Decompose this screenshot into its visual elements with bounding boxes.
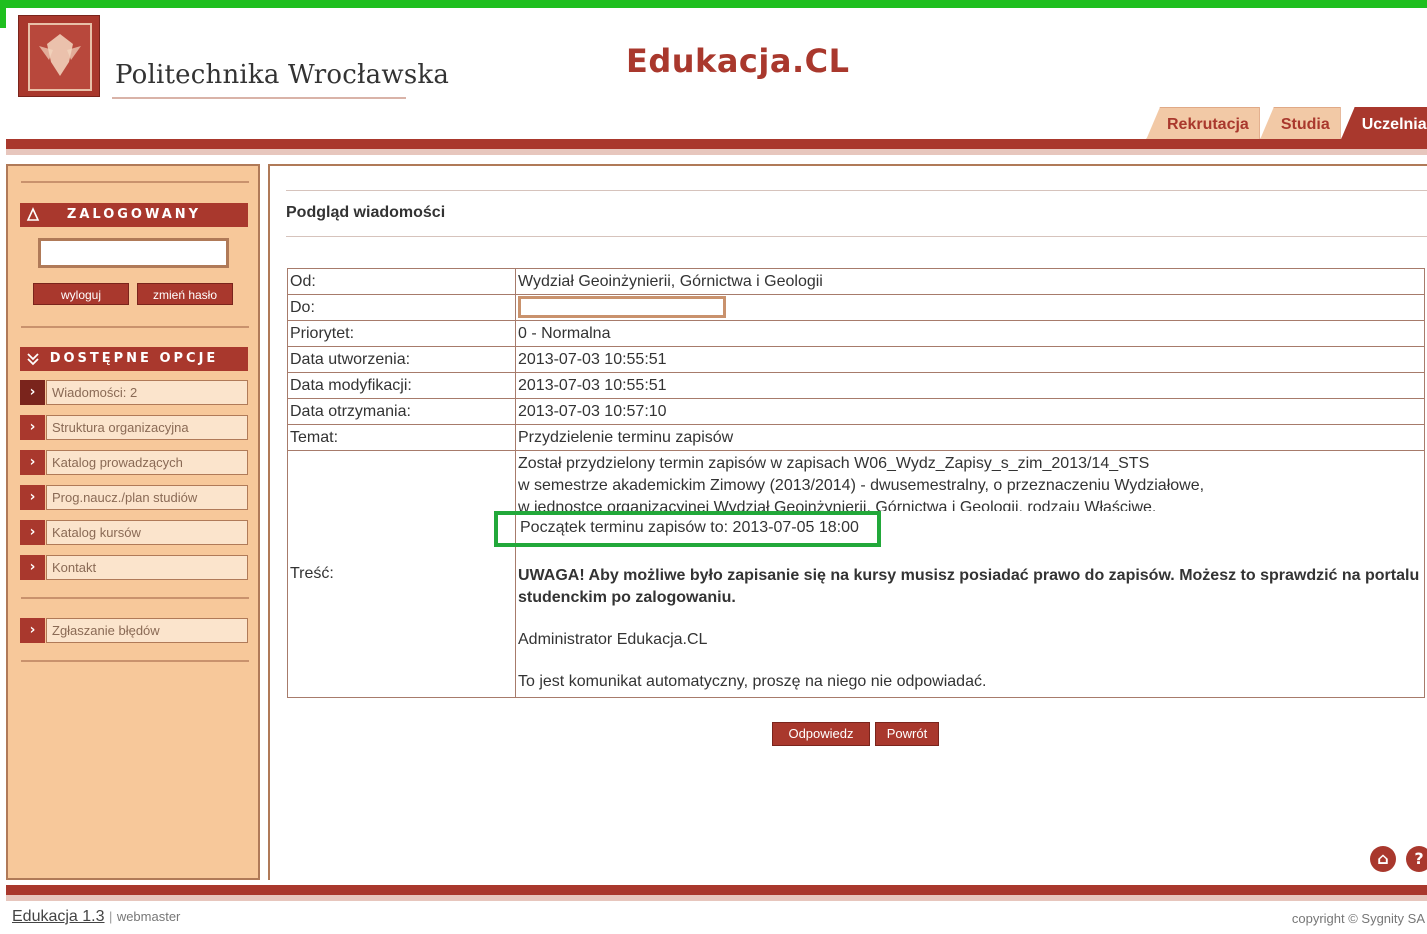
user-icon [26, 207, 40, 221]
eagle-emblem-icon [28, 23, 92, 91]
created-date-value: 2013-07-03 10:55:51 [515, 346, 1425, 373]
chevron-right-icon: › [20, 450, 45, 475]
tab-studia[interactable]: Studia [1259, 107, 1341, 140]
logout-button[interactable]: wyloguj [33, 283, 129, 305]
change-password-button[interactable]: zmień hasło [137, 283, 233, 305]
chevron-right-icon: › [20, 415, 45, 440]
field-label: Do: [287, 294, 516, 321]
page-root: Politechnika Wrocławska Edukacja.CL Rekr… [0, 0, 1427, 934]
table-row: Data modyfikacji: 2013-07-03 10:55:51 [287, 372, 1425, 399]
table-row: Priorytet: 0 - Normalna [287, 320, 1425, 347]
top-tabs: Rekrutacja Studia Uczelnia [1146, 107, 1427, 140]
body-line: Został przydzielony termin zapisów w zap… [518, 455, 1150, 472]
tab-uczelnia[interactable]: Uczelnia [1340, 107, 1427, 140]
priority-value: 0 - Normalna [515, 320, 1425, 347]
top-green-bar [0, 0, 1427, 8]
field-label: Data utworzenia: [287, 346, 516, 373]
menu-item-report-errors[interactable]: › Zgłaszanie błędów [20, 618, 248, 643]
university-name: Politechnika Wrocławska [115, 60, 450, 90]
recipient-cell [515, 294, 1425, 321]
recipient-value [518, 296, 726, 319]
sidebar-divider [21, 181, 249, 183]
field-label: Temat: [287, 424, 516, 451]
menu-item-label: Katalog prowadzących [46, 450, 248, 475]
chevron-right-icon: › [20, 520, 45, 545]
menu-item-label: Kontakt [46, 555, 248, 580]
sidebar-divider [21, 660, 249, 662]
chevron-right-icon: › [20, 380, 45, 405]
received-date-value: 2013-07-03 10:57:10 [515, 398, 1425, 425]
version-link[interactable]: Edukacja 1.3 [12, 908, 105, 925]
sidebar-divider [21, 326, 249, 328]
table-row: Do: [287, 294, 1425, 321]
chevron-right-icon: › [20, 485, 45, 510]
help-icon[interactable]: ? [1406, 846, 1427, 872]
table-row: Od: Wydział Geoinżynierii, Górnictwa i G… [287, 268, 1425, 295]
field-label: Priorytet: [287, 320, 516, 347]
menu-item-label: Zgłaszanie błędów [46, 618, 248, 643]
logged-in-header: ZALOGOWANY [20, 203, 248, 227]
university-logo[interactable] [18, 15, 100, 97]
menu-item-messages[interactable]: › Wiadomości: 2 [20, 380, 248, 405]
home-icon[interactable]: ⌂ [1370, 846, 1396, 872]
highlighted-start-time: Początek terminu zapisów to: 2013-07-05 … [494, 511, 881, 547]
chevron-right-icon: › [20, 555, 45, 580]
available-options-header: DOSTĘPNE OPCJE [20, 347, 248, 371]
field-label: Data otrzymania: [287, 398, 516, 425]
back-button[interactable]: Powrót [875, 722, 939, 746]
sidebar: ZALOGOWANY wyloguj zmień hasło DOSTĘPNE … [6, 164, 260, 880]
footer-separator: | [108, 909, 113, 924]
subject-value: Przydzielenie terminu zapisów [515, 424, 1425, 451]
footer-left: Edukacja 1.3 | webmaster [12, 908, 180, 926]
chevrons-down-icon [27, 353, 39, 366]
body-line: w jednostce organizacyjnej Wydział Geoin… [518, 499, 1157, 511]
tab-rekrutacja[interactable]: Rekrutacja [1146, 107, 1260, 140]
university-name-underline [112, 97, 406, 99]
automatic-notice: To jest komunikat automatyczny, proszę n… [518, 673, 987, 690]
menu-item-courses[interactable]: › Katalog kursów [20, 520, 248, 545]
table-row: Data otrzymania: 2013-07-03 10:57:10 [287, 398, 1425, 425]
copyright: copyright © Sygnity SA [1291, 911, 1425, 926]
menu-item-label: Wiadomości: 2 [46, 380, 248, 405]
body-line: w semestrze akademickim Zimowy (2013/201… [518, 477, 1205, 494]
menu-item-label: Struktura organizacyjna [46, 415, 248, 440]
reply-button[interactable]: Odpowiedz [772, 722, 870, 746]
field-label: Data modyfikacji: [287, 372, 516, 399]
field-label: Treść: [287, 450, 516, 698]
logged-in-header-label: ZALOGOWANY [66, 207, 202, 222]
table-row: Treść: Został przydzielony termin zapisó… [287, 450, 1425, 698]
header-divider [6, 139, 1427, 149]
page-title: Podgląd wiadomości [286, 204, 446, 221]
sender-value: Wydział Geoinżynierii, Górnictwa i Geolo… [515, 268, 1425, 295]
menu-item-study-plan[interactable]: › Prog.naucz./plan studiów [20, 485, 248, 510]
table-row: Temat: Przydzielenie terminu zapisów [287, 424, 1425, 451]
footer-divider-shadow [6, 895, 1427, 901]
warning-note: UWAGA! Aby możliwe było zapisanie się na… [518, 567, 1420, 606]
webmaster-link[interactable]: webmaster [117, 909, 181, 924]
available-options-label: DOSTĘPNE OPCJE [49, 351, 219, 366]
signature: Administrator Edukacja.CL [518, 631, 708, 648]
menu-item-label: Prog.naucz./plan studiów [46, 485, 248, 510]
field-label: Od: [287, 268, 516, 295]
table-row: Data utworzenia: 2013-07-03 10:55:51 [287, 346, 1425, 373]
message-body: Został przydzielony termin zapisów w zap… [494, 450, 1425, 698]
content-divider [286, 236, 1427, 237]
menu-item-lecturers[interactable]: › Katalog prowadzących [20, 450, 248, 475]
footer-divider [6, 885, 1427, 895]
login-name-field [38, 238, 229, 268]
main-content: Podgląd wiadomości Od: Wydział Geoinżyni… [268, 164, 1427, 880]
sidebar-divider [21, 597, 249, 599]
menu-item-label: Katalog kursów [46, 520, 248, 545]
top-green-edge [0, 0, 6, 28]
modified-date-value: 2013-07-03 10:55:51 [515, 372, 1425, 399]
app-title: Edukacja.CL [626, 42, 850, 80]
message-details-table: Od: Wydział Geoinżynierii, Górnictwa i G… [287, 268, 1425, 698]
content-divider [286, 190, 1427, 191]
header-divider-shadow [6, 149, 1427, 155]
chevron-right-icon: › [20, 618, 45, 643]
menu-item-contact[interactable]: › Kontakt [20, 555, 248, 580]
menu-item-org-structure[interactable]: › Struktura organizacyjna [20, 415, 248, 440]
